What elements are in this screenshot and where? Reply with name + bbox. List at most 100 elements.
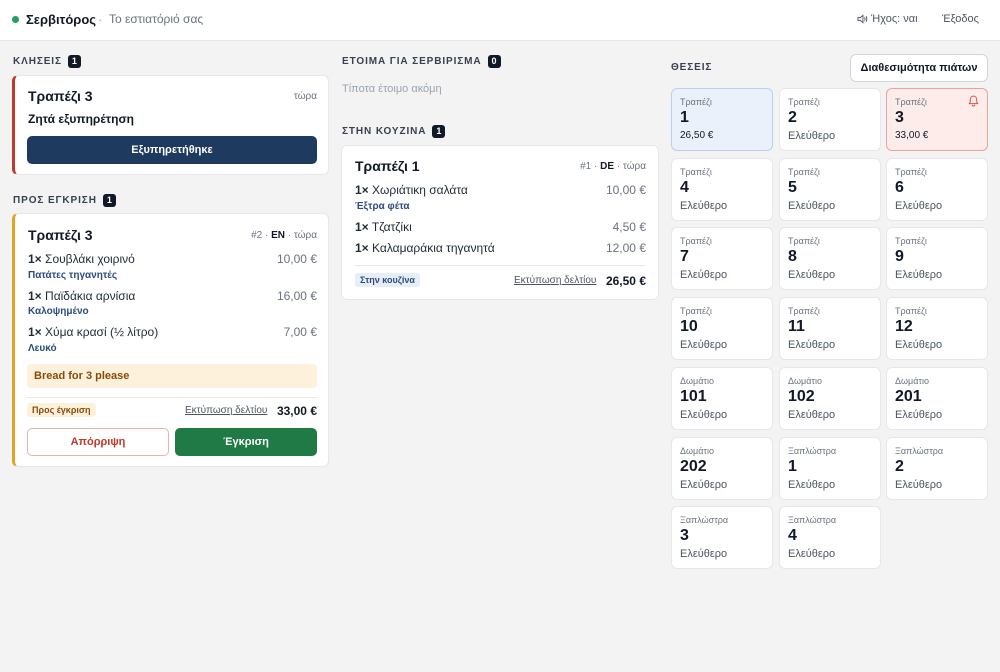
- item-modifier: Έξτρα φέτα: [355, 201, 410, 212]
- print-ticket-link[interactable]: Εκτύπωση δελτίου: [185, 405, 267, 416]
- item-modifier: Λευκό: [28, 343, 57, 354]
- seat-kind: Τραπέζι: [788, 167, 820, 177]
- order-language: DE: [600, 161, 615, 172]
- seat-kind: Τραπέζι: [680, 306, 712, 316]
- item-modifier: Πατάτες τηγανητές: [28, 270, 118, 281]
- print-ticket-link[interactable]: Εκτύπωση δελτίου: [514, 275, 596, 286]
- seat-tile[interactable]: Ξαπλώστρα 3 Ελεύθερο: [671, 506, 773, 569]
- order-item: 1× Χωριάτικη σαλάτα: [355, 183, 468, 197]
- seat-status: Ελεύθερο: [895, 269, 943, 281]
- seat-tile[interactable]: Δωμάτιο 102 Ελεύθερο: [779, 367, 881, 430]
- seat-tile[interactable]: Τραπέζι 1 26,50 €: [671, 88, 773, 151]
- seat-kind: Ξαπλώστρα: [895, 446, 944, 456]
- seat-kind: Ξαπλώστρα: [680, 515, 729, 525]
- call-time: τώρα: [293, 91, 317, 102]
- seat-tile[interactable]: Ξαπλώστρα 4 Ελεύθερο: [779, 506, 881, 569]
- seat-tile[interactable]: Τραπέζι 11 Ελεύθερο: [779, 297, 881, 360]
- seat-status: Ελεύθερο: [680, 409, 728, 421]
- reject-button[interactable]: Απόρριψη: [27, 428, 169, 456]
- item-price: 4,50 €: [612, 220, 646, 234]
- restaurant-name: Το εστιατόριό σας: [109, 12, 204, 26]
- seat-tile[interactable]: Τραπέζι 2 Ελεύθερο: [779, 88, 881, 151]
- seat-status: Ελεύθερο: [680, 200, 728, 212]
- seat-number: 5: [788, 179, 797, 196]
- kitchen-order-meta: #1 · DE · τώρα: [580, 161, 646, 172]
- approval-heading: ΠΡΟΣ ΕΓΚΡΙΣΗ 1: [13, 194, 116, 207]
- seat-status: Ελεύθερο: [680, 548, 728, 560]
- seat-kind: Δωμάτιο: [680, 446, 714, 456]
- seat-tile[interactable]: Δωμάτιο 101 Ελεύθερο: [671, 367, 773, 430]
- seat-status: Ελεύθερο: [788, 200, 836, 212]
- seat-tile[interactable]: Ξαπλώστρα 2 Ελεύθερο: [886, 437, 988, 500]
- seat-kind: Δωμάτιο: [895, 376, 929, 386]
- kitchen-table-title: Τραπέζι 1: [355, 158, 420, 174]
- kitchen-heading: ΣΤΗΝ ΚΟΥΖΙΝΑ 1: [342, 125, 446, 138]
- status-badge: Προς έγκριση: [27, 403, 96, 417]
- seat-kind: Τραπέζι: [788, 97, 820, 107]
- kitchen-count-badge: 1: [432, 125, 446, 138]
- seat-number: 6: [895, 179, 904, 196]
- seat-status: Ελεύθερο: [788, 409, 836, 421]
- seat-tile[interactable]: Τραπέζι 10 Ελεύθερο: [671, 297, 773, 360]
- dish-availability-button[interactable]: Διαθεσιμότητα πιάτων: [850, 54, 988, 82]
- calls-count-badge: 1: [67, 55, 81, 68]
- seat-status: Ελεύθερο: [680, 479, 728, 491]
- app-title: Σερβιτόρος: [26, 12, 97, 27]
- seat-number: 10: [680, 318, 698, 335]
- sound-toggle[interactable]: Ήχος: ναι: [857, 13, 918, 25]
- order-item: 1× Χύμα κρασί (½ λίτρο): [28, 325, 159, 339]
- item-price: 7,00 €: [283, 325, 317, 339]
- seat-tile[interactable]: Τραπέζι 5 Ελεύθερο: [779, 158, 881, 221]
- seat-tile[interactable]: Δωμάτιο 202 Ελεύθερο: [671, 437, 773, 500]
- call-table-title: Τραπέζι 3: [28, 88, 93, 104]
- card-divider: [354, 265, 646, 266]
- seat-tile[interactable]: Τραπέζι 6 Ελεύθερο: [886, 158, 988, 221]
- seat-tile[interactable]: Τραπέζι 7 Ελεύθερο: [671, 227, 773, 290]
- seat-status: Ελεύθερο: [788, 339, 836, 351]
- seat-status: Ελεύθερο: [895, 479, 943, 491]
- approval-order-meta: #2 · EN · τώρα: [251, 230, 317, 241]
- seat-kind: Τραπέζι: [680, 236, 712, 246]
- approve-button[interactable]: Έγκριση: [175, 428, 317, 456]
- seat-number: 2: [788, 109, 797, 126]
- item-modifier: Καλοψημένο: [28, 306, 89, 317]
- seat-tile[interactable]: Τραπέζι 9 Ελεύθερο: [886, 227, 988, 290]
- seat-number: 3: [680, 527, 689, 544]
- logout-button[interactable]: Έξοδος: [942, 13, 979, 25]
- call-card: Τραπέζι 3 τώρα Ζητά εξυπηρέτηση Εξυπηρετ…: [12, 75, 329, 175]
- seat-number: 4: [788, 527, 797, 544]
- seat-number: 102: [788, 388, 815, 405]
- seat-kind: Τραπέζι: [895, 97, 927, 107]
- seat-kind: Τραπέζι: [788, 306, 820, 316]
- seat-tile[interactable]: Τραπέζι 4 Ελεύθερο: [671, 158, 773, 221]
- item-price: 16,00 €: [276, 289, 317, 303]
- seat-tile[interactable]: Τραπέζι 8 Ελεύθερο: [779, 227, 881, 290]
- order-number: #1: [580, 161, 592, 172]
- ready-count-badge: 0: [487, 55, 501, 68]
- seat-status: Ελεύθερο: [788, 479, 836, 491]
- item-price: 10,00 €: [276, 252, 317, 266]
- seat-kind: Τραπέζι: [895, 167, 927, 177]
- calls-heading: ΚΛΗΣΕΙΣ 1: [13, 55, 81, 68]
- order-item: 1× Τζατζίκι: [355, 220, 412, 234]
- served-button[interactable]: Εξυπηρετήθηκε: [27, 136, 317, 164]
- seat-number: 2: [895, 458, 904, 475]
- order-item: 1× Παϊδάκια αρνίσια: [28, 289, 136, 303]
- ready-heading: ΕΤΟΙΜΑ ΓΙΑ ΣΕΡΒΙΡΙΣΜΑ 0: [342, 55, 501, 68]
- status-badge: Στην κουζίνα: [355, 273, 420, 287]
- order-total: 33,00 €: [276, 404, 317, 418]
- speaker-icon: [857, 14, 868, 24]
- seat-kind: Τραπέζι: [680, 167, 712, 177]
- seat-tile[interactable]: Ξαπλώστρα 1 Ελεύθερο: [779, 437, 881, 500]
- seat-kind: Δωμάτιο: [680, 376, 714, 386]
- top-bar: Σερβιτόρος · Το εστιατόριό σας Ήχος: ναι…: [0, 0, 1000, 41]
- seat-status: Ελεύθερο: [788, 130, 836, 142]
- seat-tile[interactable]: Τραπέζι 12 Ελεύθερο: [886, 297, 988, 360]
- customer-note: Bread for 3 please: [27, 364, 317, 388]
- seat-number: 101: [680, 388, 707, 405]
- seats-heading: ΘΕΣΕΙΣ: [671, 62, 713, 73]
- seat-tile[interactable]: Δωμάτιο 201 Ελεύθερο: [886, 367, 988, 430]
- seat-kind: Τραπέζι: [788, 236, 820, 246]
- seat-tile[interactable]: Τραπέζι 3 33,00 €: [886, 88, 988, 151]
- seat-number: 11: [788, 318, 805, 335]
